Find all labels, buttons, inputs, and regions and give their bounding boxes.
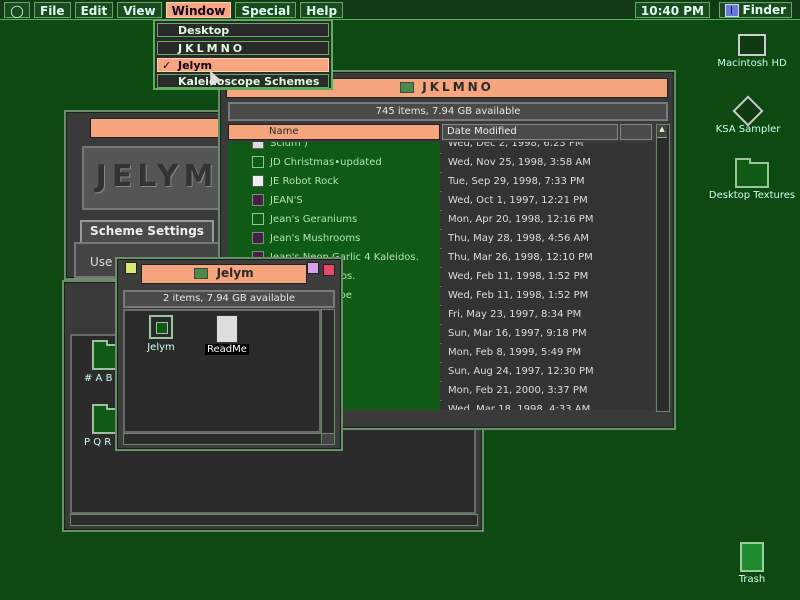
checkmark-icon: ✓ <box>162 59 172 72</box>
apple-icon: ◯ <box>10 3 24 18</box>
disk-icon <box>732 95 764 127</box>
jklmno-info-bar: 745 items, 7.94 GB available <box>228 102 668 121</box>
finder-icon <box>724 3 739 17</box>
macintosh-hd-label: Macintosh HD <box>717 58 787 69</box>
vertical-scrollbar[interactable]: ▲ <box>656 124 670 412</box>
menu-item-kaleidoscope-schemes[interactable]: Kaleidoscope Schemes <box>157 74 329 88</box>
row-date: Wed, Dec 2, 1998, 6:23 PM <box>442 142 654 153</box>
menu-help[interactable]: Help <box>300 1 344 18</box>
table-row[interactable]: JE Robot Rock Tue, Sep 29, 1998, 7:33 PM <box>228 172 654 192</box>
jelym-vertical-scrollbar[interactable] <box>321 309 335 435</box>
menu-item-desktop[interactable]: Desktop <box>157 23 329 37</box>
trash-label: Trash <box>738 574 766 585</box>
application-menu[interactable]: Finder <box>718 2 792 18</box>
document-icon <box>216 315 238 343</box>
desktop-icon-ksa-sampler[interactable]: KSA Sampler <box>700 95 796 135</box>
row-date: Fri, May 23, 1997, 8:34 PM <box>442 305 654 324</box>
row-date: Thu, May 28, 1998, 4:56 AM <box>442 229 654 248</box>
scheme-window-titlebar[interactable] <box>90 118 228 138</box>
scroll-up-arrow-icon[interactable]: ▲ <box>657 125 667 138</box>
jelym-app-item[interactable]: Jelym <box>137 315 185 353</box>
row-date: Wed, Oct 1, 1997, 12:21 PM <box>442 191 654 210</box>
horizontal-scrollbar[interactable] <box>70 514 478 526</box>
table-row[interactable]: ▷Jean's MushroomsThu, May 28, 1998, 4:56… <box>228 229 654 249</box>
menu-view[interactable]: View <box>117 1 162 18</box>
desktop-icon-trash[interactable]: Trash <box>704 542 800 585</box>
zoom-box[interactable] <box>307 262 319 274</box>
column-header-name[interactable]: Name <box>228 124 440 140</box>
file-icon <box>252 142 264 149</box>
row-date: Wed, Mar 18, 1998, 4:33 AM <box>442 400 654 410</box>
trash-icon <box>740 542 764 572</box>
menu-file[interactable]: File <box>34 1 71 18</box>
folder-icon <box>252 213 264 225</box>
jelym-content: Jelym ReadMe <box>123 309 321 433</box>
row-date: Mon, Feb 21, 2000, 3:37 PM <box>442 381 654 400</box>
apple-menu[interactable]: ◯ <box>4 1 30 18</box>
window-menu-dropdown: Desktop JKLMNO ✓ Jelym Kaleidoscope Sche… <box>153 19 333 90</box>
menu-edit[interactable]: Edit <box>74 1 114 18</box>
tab-scheme-settings[interactable]: Scheme Settings <box>80 220 214 242</box>
row-date: Sun, Aug 24, 1997, 12:30 PM <box>442 362 654 381</box>
column-header-date[interactable]: Date Modified <box>442 124 618 140</box>
folder-icon <box>194 268 209 279</box>
jelym-titlebar[interactable]: Jelym <box>141 264 307 284</box>
desktop-icon-macintosh-hd[interactable]: Macintosh HD <box>704 34 800 69</box>
jelym-logo: JELYM <box>82 146 232 210</box>
table-row[interactable]: JEAN'S Wed, Oct 1, 1997, 12:21 PM <box>228 191 654 211</box>
jelym-horizontal-scrollbar[interactable] <box>123 433 323 445</box>
desktop-textures-label: Desktop Textures <box>708 190 796 201</box>
row-date: Tue, Sep 29, 1998, 7:33 PM <box>442 172 654 191</box>
menu-clock[interactable]: 10:40 PM <box>634 2 710 18</box>
row-date: Mon, Feb 8, 1999, 5:49 PM <box>442 343 654 362</box>
column-header-extra[interactable] <box>620 124 652 140</box>
readme-label: ReadMe <box>205 344 249 355</box>
jelym-window[interactable]: Jelym 2 items, 7.94 GB available Jelym R… <box>115 257 343 451</box>
hard-disk-icon <box>738 34 766 56</box>
close-box[interactable] <box>125 262 137 274</box>
folder-icon <box>400 82 415 93</box>
desktop-icon-desktop-textures[interactable]: Desktop Textures <box>704 158 800 201</box>
jelym-info-bar: 2 items, 7.94 GB available <box>123 290 335 308</box>
menu-item-jklmno[interactable]: JKLMNO <box>157 41 329 55</box>
row-date: Wed, Nov 25, 1998, 3:58 AM <box>442 153 654 172</box>
readme-item[interactable]: ReadMe <box>203 315 251 355</box>
row-date: Wed, Feb 11, 1998, 1:52 PM <box>442 286 654 305</box>
menu-special[interactable]: Special <box>235 1 297 18</box>
folder-icon <box>735 158 769 188</box>
resize-handle[interactable] <box>321 433 335 445</box>
menu-item-jelym-label: Jelym <box>178 59 212 72</box>
application-name: Finder <box>742 3 787 17</box>
jklmno-title: JKLMNO <box>422 80 494 94</box>
use-label: Use <box>90 255 113 269</box>
pic-icon <box>252 232 264 244</box>
collapse-box[interactable] <box>323 264 335 276</box>
pic-icon <box>252 194 264 206</box>
row-date: Mon, Apr 20, 1998, 12:16 PM <box>442 210 654 229</box>
menu-window[interactable]: Window <box>165 1 232 18</box>
row-date: Wed, Feb 11, 1998, 1:52 PM <box>442 267 654 286</box>
jelym-app-label: Jelym <box>147 342 175 353</box>
menu-bar: ◯ File Edit View Window Special Help 10:… <box>0 0 800 20</box>
table-row[interactable]: ▷JD Christmas•updatedWed, Nov 25, 1998, … <box>228 153 654 173</box>
folder-icon <box>252 156 264 168</box>
jelym-title: Jelym <box>216 266 254 280</box>
row-date: Thu, Mar 26, 1998, 12:10 PM <box>442 248 654 267</box>
menu-item-jelym[interactable]: ✓ Jelym <box>157 58 329 72</box>
doc-icon <box>252 175 264 187</box>
table-row[interactable]: ▷Jean's GeraniumsMon, Apr 20, 1998, 12:1… <box>228 210 654 230</box>
row-date: Sun, Mar 16, 1997, 9:18 PM <box>442 324 654 343</box>
scheme-window[interactable]: JELYM Scheme Settings Use <box>64 110 234 280</box>
application-icon <box>149 315 173 339</box>
